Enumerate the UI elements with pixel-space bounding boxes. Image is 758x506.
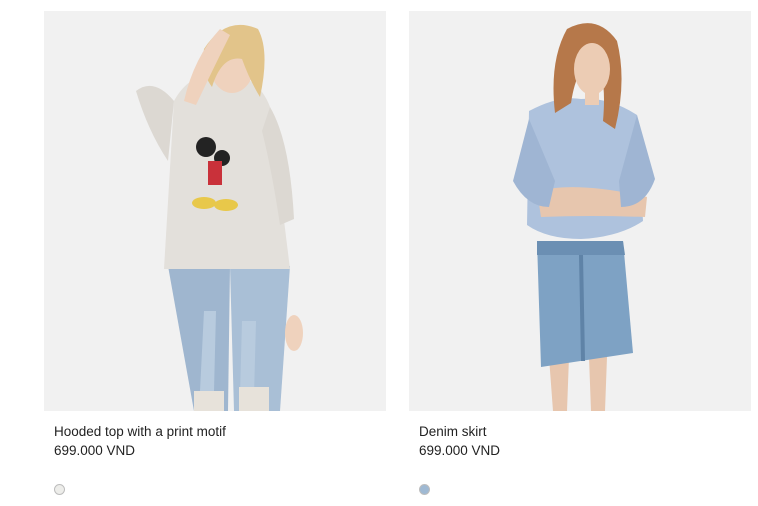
product-price: 699.000 VND — [419, 443, 501, 458]
color-swatch[interactable] — [419, 484, 430, 495]
color-swatch[interactable] — [54, 484, 65, 495]
product-image[interactable] — [44, 11, 386, 411]
product-price: 699.000 VND — [54, 443, 136, 458]
product-title[interactable]: Denim skirt — [419, 424, 487, 440]
product-title[interactable]: Hooded top with a print motif — [54, 424, 226, 440]
product-card[interactable]: Hooded top with a print motif 699.000 VN… — [44, 11, 386, 495]
product-image[interactable] — [409, 11, 751, 411]
product-photo-denim-skirt — [409, 11, 751, 411]
product-photo-hooded-top — [44, 11, 386, 411]
product-card[interactable]: Denim skirt 699.000 VND — [409, 11, 751, 495]
